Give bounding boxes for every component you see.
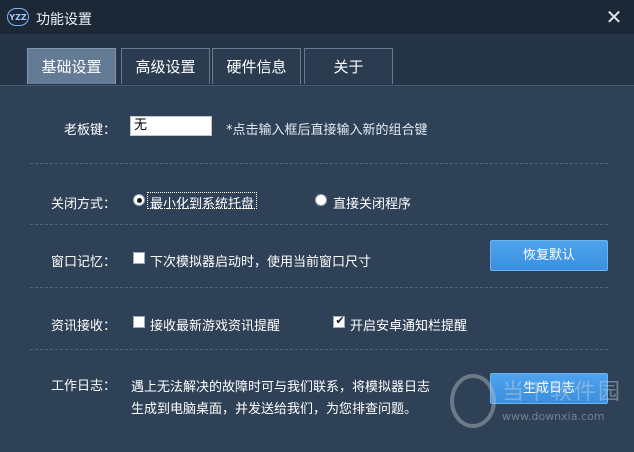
watermark-logo-icon [450, 374, 496, 428]
boss-key-label: 老板键： [63, 123, 116, 138]
divider [30, 287, 608, 288]
game-news-checkbox[interactable] [133, 316, 145, 328]
watermark-text: 当下软件园 [502, 380, 623, 405]
work-log-label: 工作日志： [50, 379, 116, 394]
work-log-description-line2: 生成到电脑桌面，并发送给我们，为您排查问题。 [131, 402, 418, 417]
window-memory-checkbox[interactable] [133, 252, 145, 264]
tab-about[interactable]: 关于 [304, 48, 393, 84]
watermark: 当下软件园 www.downxia.com [450, 372, 630, 432]
watermark-url: www.downxia.com [502, 410, 605, 423]
window-memory-label: 窗口记忆： [50, 255, 116, 270]
radio-minimize-label[interactable]: 最小化到系统托盘 [150, 193, 254, 212]
tab-bar: 基础设置 高级设置 硬件信息 关于 [0, 34, 634, 86]
window-memory-checkbox-label[interactable]: 下次模拟器启动时，使用当前窗口尺寸 [150, 251, 371, 270]
divider [30, 224, 608, 225]
radio-close-label[interactable]: 直接关闭程序 [333, 193, 411, 212]
title-bar: YZZ 功能设置 ✕ [0, 0, 634, 34]
boss-key-input[interactable]: 无 [130, 116, 212, 136]
android-notify-checkbox[interactable]: ✔ [333, 314, 345, 328]
radio-close-program[interactable] [315, 194, 327, 206]
game-news-checkbox-label[interactable]: 接收最新游戏资讯提醒 [150, 315, 280, 334]
android-notify-checkbox-label[interactable]: 开启安卓通知栏提醒 [350, 315, 467, 334]
close-icon[interactable]: ✕ [604, 7, 624, 27]
divider [30, 163, 608, 164]
news-label: 资讯接收： [50, 319, 116, 334]
window-title: 功能设置 [36, 12, 92, 28]
radio-selected-dot [136, 197, 142, 203]
tab-basic-settings[interactable]: 基础设置 [27, 48, 116, 84]
app-logo-icon: YZZ [7, 8, 29, 26]
restore-default-button[interactable]: 恢复默认 [490, 240, 608, 271]
radio-minimize-to-tray[interactable] [133, 194, 145, 206]
divider [30, 349, 608, 350]
boss-key-hint: *点击输入框后直接输入新的组合键 [226, 123, 428, 138]
tab-advanced-settings[interactable]: 高级设置 [121, 48, 210, 84]
tab-hardware-info[interactable]: 硬件信息 [212, 48, 301, 84]
work-log-description-line1: 遇上无法解决的故障时可与我们联系，将模拟器日志 [131, 380, 431, 395]
checkmark-icon: ✔ [335, 314, 345, 327]
close-mode-label: 关闭方式： [50, 197, 116, 212]
